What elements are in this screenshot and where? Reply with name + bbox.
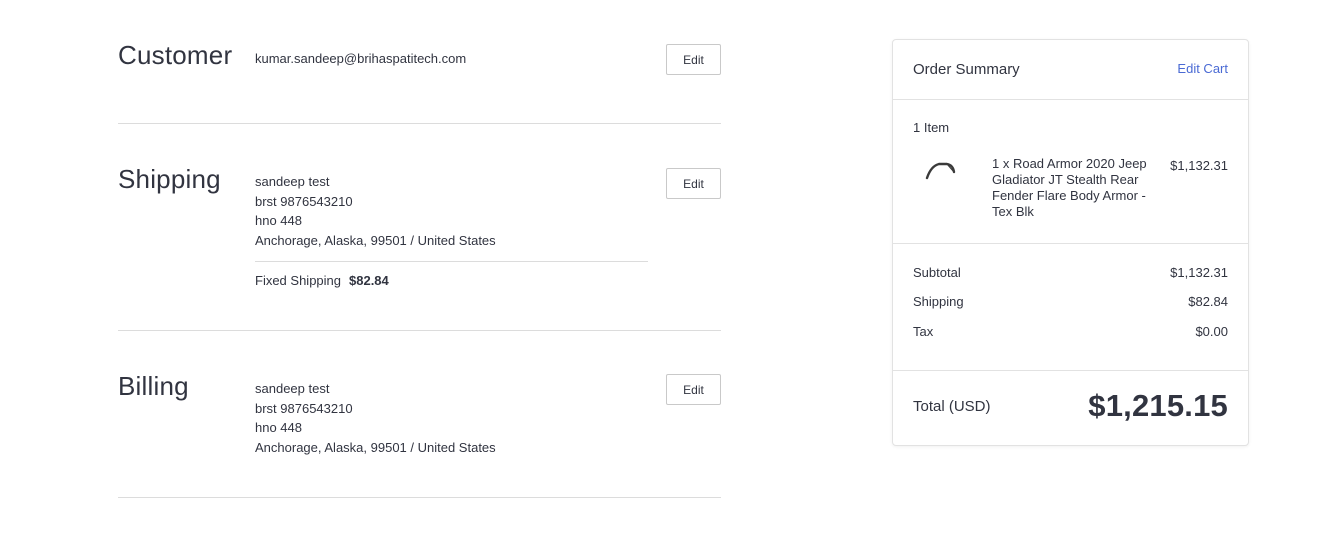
billing-name: sandeep test (255, 381, 330, 396)
order-summary-items: 1 Item 1 x Road Armor 2020 Jeep Gladiato… (893, 100, 1248, 244)
shipping-address: sandeep test brst 9876543210 hno 448 Anc… (255, 172, 648, 291)
shipping-method-label: Fixed Shipping (255, 273, 341, 288)
total-row: Total (USD) $1,215.15 (913, 388, 1228, 424)
shipping-method-price: $82.84 (349, 273, 389, 288)
subtotal-value: $1,132.31 (1170, 265, 1228, 280)
subtotal-row: Subtotal $1,132.31 (913, 265, 1228, 280)
billing-step: Billing sandeep test brst 9876543210 hno… (118, 331, 721, 498)
billing-edit-button[interactable]: Edit (666, 374, 721, 405)
tax-row: Tax $0.00 (913, 324, 1228, 339)
billing-address: sandeep test brst 9876543210 hno 448 Anc… (255, 379, 496, 457)
order-summary: Order Summary Edit Cart 1 Item 1 x Road … (892, 39, 1249, 446)
billing-city-state: Anchorage, Alaska, 99501 / United States (255, 439, 496, 455)
shipping-company-phone: brst 9876543210 (255, 193, 353, 209)
subtotal-label: Subtotal (913, 265, 961, 280)
customer-email: kumar.sandeep@brihaspatitech.com (255, 51, 467, 66)
total-label: Total (USD) (913, 397, 991, 415)
customer-edit-button[interactable]: Edit (666, 44, 721, 75)
shipping-street: hno 448 (255, 213, 302, 228)
customer-title: Customer (118, 40, 233, 70)
shipping-step: Shipping sandeep test brst 9876543210 hn… (118, 124, 721, 331)
tax-label: Tax (913, 324, 934, 339)
shipping-value: $82.84 (1188, 294, 1228, 309)
product-price: $1,132.31 (1170, 158, 1228, 173)
shipping-label: Shipping (913, 294, 964, 309)
item-count: 1 Item (913, 120, 950, 135)
product-name: 1 x Road Armor 2020 Jeep Gladiator JT St… (992, 156, 1147, 219)
billing-street: hno 448 (255, 420, 302, 435)
edit-cart-link[interactable]: Edit Cart (1177, 61, 1228, 76)
fender-flare-icon (923, 158, 963, 186)
order-summary-title: Order Summary (913, 61, 1020, 78)
shipping-title: Shipping (118, 164, 221, 194)
total-value: $1,215.15 (1088, 388, 1228, 423)
order-summary-header: Order Summary Edit Cart (893, 40, 1248, 100)
billing-title: Billing (118, 371, 189, 401)
shipping-city-state: Anchorage, Alaska, 99501 / United States (255, 232, 496, 248)
billing-company-phone: brst 9876543210 (255, 400, 353, 416)
customer-step: Customer kumar.sandeep@brihaspatitech.co… (118, 40, 721, 124)
shipping-row: Shipping $82.84 (913, 294, 1228, 309)
shipping-edit-button[interactable]: Edit (666, 168, 721, 199)
tax-value: $0.00 (1195, 324, 1228, 339)
order-summary-totals: Subtotal $1,132.31 Shipping $82.84 Tax $… (893, 244, 1248, 371)
shipping-method: Fixed Shipping $82.84 (255, 261, 648, 291)
shipping-name: sandeep test (255, 174, 330, 189)
